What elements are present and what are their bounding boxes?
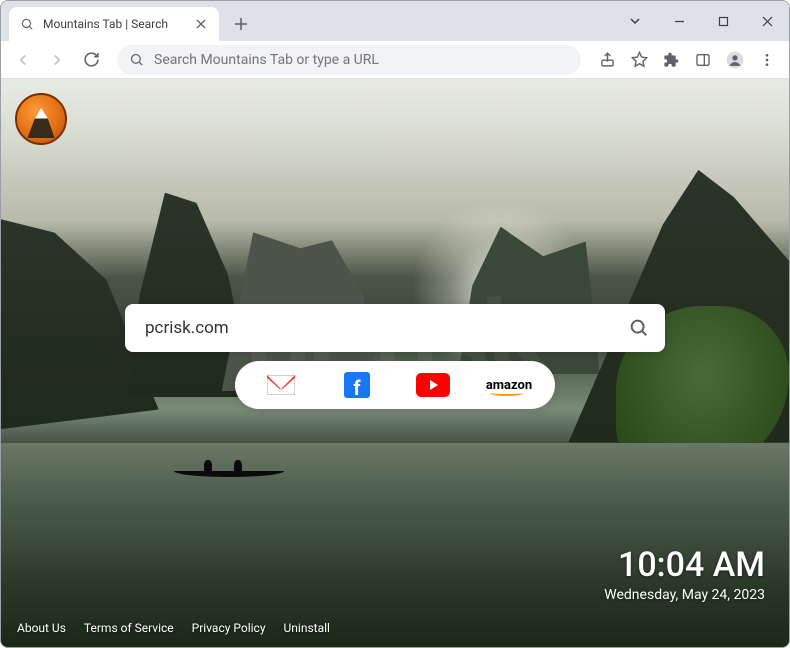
extensions-icon[interactable]	[657, 46, 685, 74]
gmail-icon	[267, 375, 295, 395]
browser-toolbar	[1, 41, 789, 79]
footer-about[interactable]: About Us	[17, 621, 66, 635]
extension-logo	[15, 93, 67, 145]
chevron-down-icon[interactable]	[613, 5, 657, 37]
back-button[interactable]	[9, 46, 37, 74]
bookmark-icon[interactable]	[625, 46, 653, 74]
sidepanel-icon[interactable]	[689, 46, 717, 74]
shortcut-youtube[interactable]	[411, 369, 455, 401]
search-icon	[129, 52, 144, 67]
browser-tab[interactable]: Mountains Tab | Search	[9, 7, 219, 41]
tab-close-icon[interactable]	[193, 16, 209, 32]
clock-widget: 10:04 AM Wednesday, May 24, 2023	[604, 545, 765, 603]
maximize-button[interactable]	[701, 5, 745, 37]
minimize-button[interactable]	[657, 5, 701, 37]
footer-terms[interactable]: Terms of Service	[84, 621, 174, 635]
new-tab-button[interactable]	[227, 10, 255, 38]
shortcut-amazon[interactable]: amazon	[487, 369, 531, 401]
shortcut-gmail[interactable]	[259, 369, 303, 401]
page-search-button[interactable]	[617, 308, 661, 348]
facebook-icon: f	[344, 372, 370, 398]
close-button[interactable]	[745, 5, 789, 37]
page-content: PCrisk f amazon	[1, 79, 789, 647]
page-search-input[interactable]	[145, 318, 617, 338]
share-icon[interactable]	[593, 46, 621, 74]
menu-icon[interactable]	[753, 46, 781, 74]
tab-title: Mountains Tab | Search	[43, 17, 185, 31]
footer-uninstall[interactable]: Uninstall	[284, 621, 330, 635]
reload-button[interactable]	[77, 46, 105, 74]
page-search-box[interactable]	[125, 304, 665, 352]
omnibox-input[interactable]	[154, 52, 569, 68]
address-bar[interactable]	[117, 45, 581, 75]
shortcut-facebook[interactable]: f	[335, 369, 379, 401]
amazon-icon: amazon	[486, 378, 532, 393]
profile-icon[interactable]	[721, 46, 749, 74]
clock-date: Wednesday, May 24, 2023	[604, 587, 765, 603]
youtube-icon	[416, 373, 450, 397]
forward-button[interactable]	[43, 46, 71, 74]
tab-favicon-icon	[19, 16, 35, 32]
tab-bar: Mountains Tab | Search	[1, 1, 789, 41]
footer-links: About Us Terms of Service Privacy Policy…	[17, 621, 330, 635]
browser-window: Mountains Tab | Search	[0, 0, 790, 648]
footer-privacy[interactable]: Privacy Policy	[192, 621, 266, 635]
shortcuts-bar: f amazon	[235, 361, 555, 409]
clock-time: 10:04 AM	[604, 545, 765, 585]
